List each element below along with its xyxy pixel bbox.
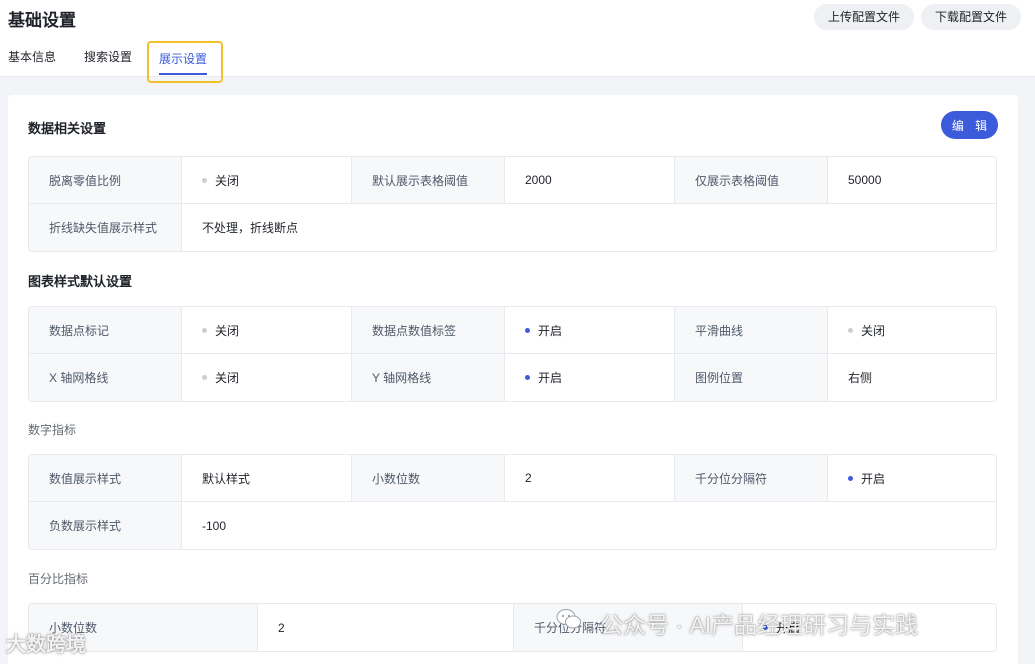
value-negative-display-style[interactable]: -100 [182, 502, 996, 549]
status-dot [525, 327, 530, 333]
status-dot [848, 327, 853, 333]
tab-search-settings[interactable]: 搜索设置 [84, 48, 132, 65]
value-smooth-curve[interactable]: 关闭 [828, 307, 996, 353]
value-text: 关闭 [215, 173, 240, 188]
table-row: 数据点标记 关闭 数据点数值标签 开启 平滑曲线 关闭 [29, 307, 996, 354]
wechat-icon [556, 609, 581, 629]
edit-button[interactable]: 编 辑 [941, 111, 998, 139]
number-metric-table: 数值展示样式 默认样式 小数位数 2 千分位分隔符 开启 负数展示样式 -100 [28, 454, 997, 550]
status-dot [848, 475, 853, 481]
value-default-table-threshold[interactable]: 2000 [505, 157, 675, 203]
value-percent-thousands-separator[interactable]: 开启 [743, 604, 996, 651]
chart-style-table: 数据点标记 关闭 数据点数值标签 开启 平滑曲线 关闭 X 轴网格线 关闭 Y … [28, 306, 997, 402]
table-row: 负数展示样式 -100 [29, 502, 996, 549]
table-row: X 轴网格线 关闭 Y 轴网格线 开启 图例位置 右侧 [29, 354, 996, 401]
value-decimal-places[interactable]: 2 [505, 455, 675, 501]
status-dot [202, 177, 207, 183]
section-title-chart-style: 图表样式默认设置 [28, 274, 133, 289]
label-number-display-style: 数值展示样式 [29, 455, 182, 501]
table-row: 小数位数 2 千分位分隔符 开启 [29, 604, 996, 651]
label-percent-decimal-places: 小数位数 [29, 604, 258, 651]
label-percent-thousands-separator: 千分位分隔符 [514, 604, 743, 651]
data-settings-table: 脱离零值比例 关闭 默认展示表格阈值 2000 仅展示表格阈值 50000 折线… [28, 156, 997, 252]
download-config-button[interactable]: 下载配置文件 [921, 4, 1021, 30]
label-table-only-threshold: 仅展示表格阈值 [675, 157, 828, 203]
value-y-grid[interactable]: 开启 [505, 354, 675, 401]
page-title: 基础设置 [8, 11, 76, 30]
status-dot [763, 625, 768, 630]
value-text: 关闭 [215, 371, 240, 385]
value-data-value-label[interactable]: 开启 [505, 307, 675, 353]
status-dot [202, 375, 207, 380]
label-zero-ratio: 脱离零值比例 [29, 157, 182, 203]
value-text: 关闭 [861, 323, 886, 338]
label-default-table-threshold: 默认展示表格阈值 [352, 157, 505, 203]
label-line-missing-style: 折线缺失值展示样式 [29, 204, 182, 251]
label-x-grid: X 轴网格线 [29, 354, 182, 401]
value-x-grid[interactable]: 关闭 [182, 354, 352, 401]
subsection-title-percent: 百分比指标 [28, 572, 89, 586]
percent-metric-table: 小数位数 2 千分位分隔符 开启 [28, 603, 997, 652]
value-number-display-style[interactable]: 默认样式 [182, 455, 352, 501]
subsection-title-number: 数字指标 [28, 423, 77, 437]
value-text: 开启 [776, 621, 801, 635]
table-row: 脱离零值比例 关闭 默认展示表格阈值 2000 仅展示表格阈值 50000 [29, 157, 996, 204]
tab-display-settings[interactable]: 展示设置 [147, 41, 223, 83]
tab-display-settings-label: 展示设置 [159, 52, 208, 66]
value-text: 开启 [538, 323, 563, 338]
value-text: 开启 [861, 471, 886, 486]
table-row: 折线缺失值展示样式 不处理，折线断点 [29, 204, 996, 251]
upload-config-button[interactable]: 上传配置文件 [814, 4, 914, 30]
table-row: 数值展示样式 默认样式 小数位数 2 千分位分隔符 开启 [29, 455, 996, 502]
label-negative-display-style: 负数展示样式 [29, 502, 182, 549]
value-legend-position[interactable]: 右侧 [828, 354, 996, 401]
value-thousands-separator[interactable]: 开启 [828, 455, 996, 501]
value-zero-ratio[interactable]: 关闭 [182, 157, 352, 203]
label-decimal-places: 小数位数 [352, 455, 505, 501]
value-text: 关闭 [215, 323, 240, 338]
label-legend-position: 图例位置 [675, 354, 828, 401]
value-percent-decimal-places[interactable]: 2 [258, 604, 514, 651]
value-text: 开启 [538, 371, 563, 385]
value-table-only-threshold[interactable]: 50000 [828, 157, 996, 203]
label-smooth-curve: 平滑曲线 [675, 307, 828, 353]
label-data-value-label: 数据点数值标签 [352, 307, 505, 353]
status-dot [202, 327, 207, 333]
settings-card: 数据相关设置 编 辑 脱离零值比例 关闭 默认展示表格阈值 2000 仅展示表格… [8, 95, 1018, 664]
label-data-point-marker: 数据点标记 [29, 307, 182, 353]
page-header: 基础设置 上传配置文件 下载配置文件 基本信息 搜索设置 展示设置 [0, 0, 1035, 83]
label-thousands-separator: 千分位分隔符 [675, 455, 828, 501]
settings-page: 基础设置 上传配置文件 下载配置文件 基本信息 搜索设置 展示设置 数据相关设置… [0, 0, 1035, 664]
active-tab-indicator [159, 73, 207, 75]
value-data-point-marker[interactable]: 关闭 [182, 307, 352, 353]
label-y-grid: Y 轴网格线 [352, 354, 505, 401]
value-line-missing-style[interactable]: 不处理，折线断点 [182, 204, 996, 251]
section-title-data: 数据相关设置 [28, 121, 107, 136]
tab-basic-info[interactable]: 基本信息 [8, 48, 56, 65]
status-dot [525, 375, 530, 380]
